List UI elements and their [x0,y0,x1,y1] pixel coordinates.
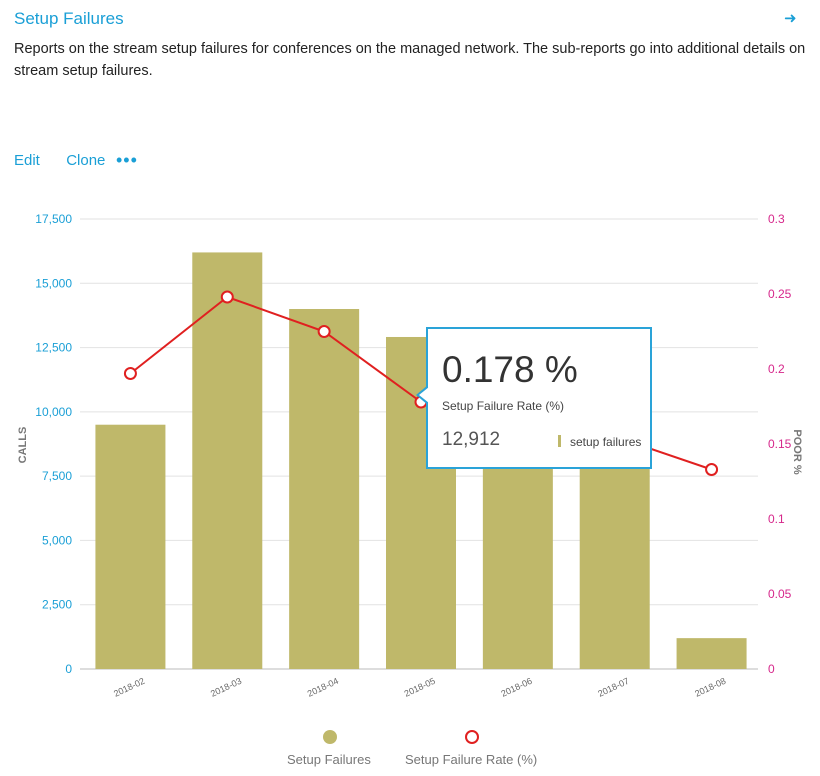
left-tick-label: 12,500 [35,341,72,355]
x-tick-label: 2018-06 [500,676,534,699]
x-tick-label: 2018-05 [403,676,437,699]
right-tick-label: 0 [768,662,775,676]
x-tick-label: 2018-08 [693,676,727,699]
right-axis-title: POOR % [791,429,803,474]
right-tick-label: 0.25 [768,287,792,301]
left-tick-label: 17,500 [35,212,72,226]
bar[interactable] [289,309,360,669]
left-axis: 0 2,500 5,000 7,500 10,000 12,500 15,000 17,500 [35,212,72,676]
left-tick-label: 7,500 [42,469,72,483]
tooltip-count-value: 12,912 [442,429,501,450]
left-tick-label: 0 [65,662,72,676]
x-tick-label: 2018-04 [306,676,340,699]
data-tooltip: 0.178 % Setup Failure Rate (%) 12,912 se… [416,327,652,469]
left-tick-label: 5,000 [42,533,72,547]
rate-point[interactable] [220,290,234,304]
legend-label-setup-failure-rate[interactable]: Setup Failure Rate (%) [405,752,537,767]
x-tick-label: 2018-07 [596,676,630,699]
left-tick-label: 15,000 [35,276,72,290]
tooltip-rate-label: Setup Failure Rate (%) [442,399,565,413]
x-tick-label: 2018-03 [209,676,243,699]
rate-point[interactable] [317,325,331,338]
legend-label-setup-failures[interactable]: Setup Failures [287,752,371,767]
tooltip-rate-value: 0.178 % [442,349,578,390]
left-tick-label: 2,500 [42,598,72,612]
right-tick-label: 0.05 [768,587,792,601]
right-tick-label: 0.3 [768,212,785,226]
bar[interactable] [192,252,263,669]
right-tick-label: 0.2 [768,362,785,376]
right-axis: 0 0.05 0.1 0.15 0.2 0.25 0.3 [768,212,792,676]
x-tick-label: 2018-02 [112,676,146,699]
legend-bar-swatch[interactable] [323,730,337,744]
left-tick-label: 10,000 [35,405,72,419]
legend-line-swatch[interactable] [465,730,479,744]
bar[interactable] [95,424,166,669]
bar[interactable] [676,638,747,669]
right-tick-label: 0.1 [768,512,785,526]
right-tick-label: 0.15 [768,437,792,451]
tooltip-series-swatch [558,435,561,447]
left-axis-title: CALLS [17,427,29,464]
tooltip-count-label: setup failures [570,435,642,449]
rate-point[interactable] [705,463,719,476]
rate-point[interactable] [123,367,137,380]
setup-failures-chart: 0 2,500 5,000 7,500 10,000 12,500 15,000 17,500… [17,212,803,744]
x-axis: 2018-02 2018-03 2018-04 2018-05 2018-06 2018-… [112,676,727,699]
